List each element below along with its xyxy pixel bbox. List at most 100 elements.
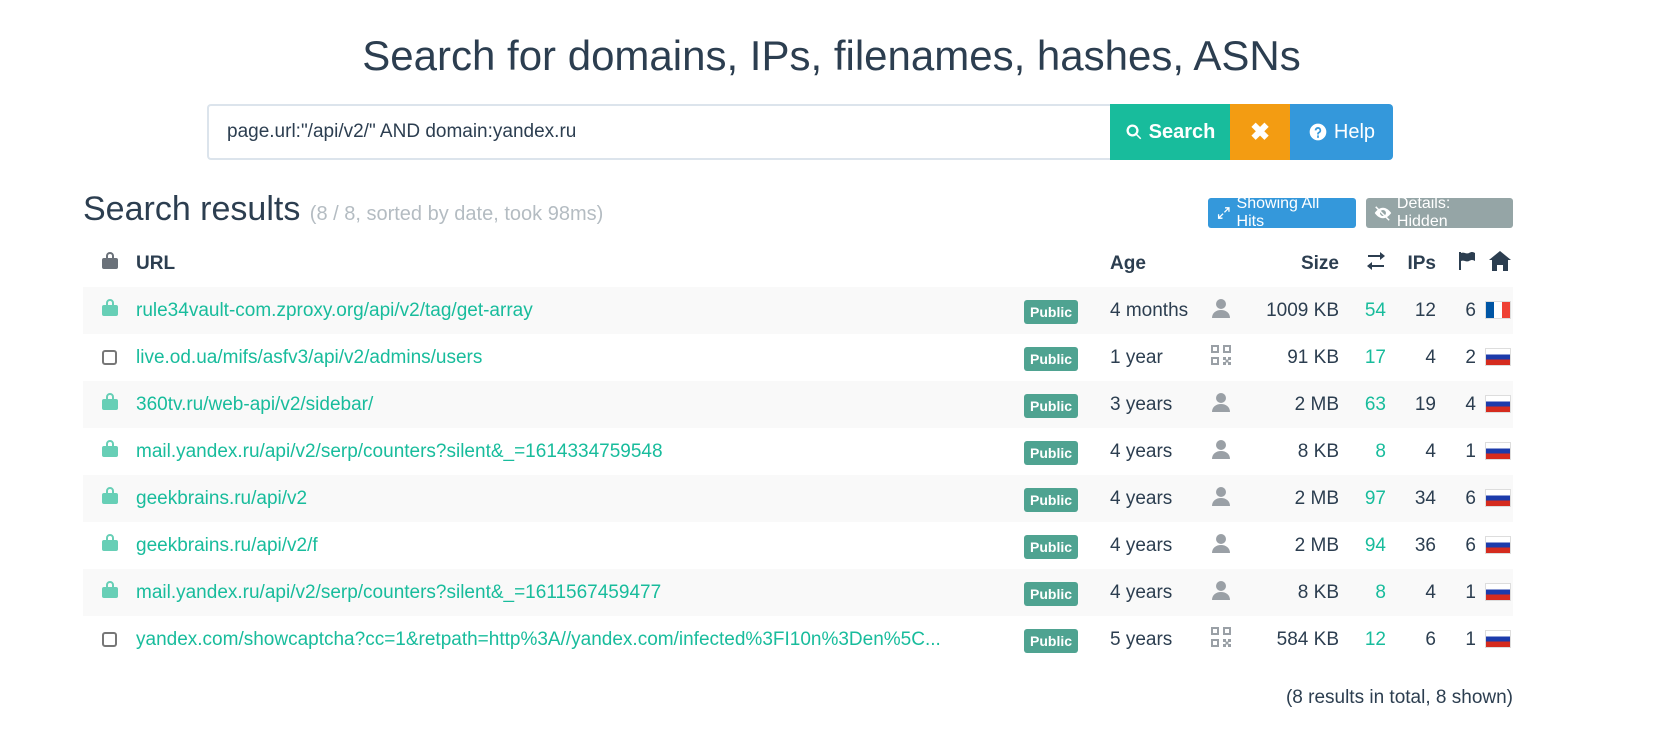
row-url-cell: yandex.com/showcaptcha?cc=1&retpath=http… — [136, 616, 1024, 663]
row-url-cell: geekbrains.ru/api/v2 — [136, 475, 1024, 522]
country-flag-ru — [1485, 583, 1511, 602]
row-lock-cell — [83, 334, 136, 381]
results-header: Search results (8 / 8, sorted by date, t… — [83, 190, 1513, 230]
header-size[interactable]: Size — [1246, 240, 1339, 287]
row-ips: 4 — [1425, 581, 1436, 603]
row-source-cell — [1196, 428, 1246, 475]
result-url-link[interactable]: geekbrains.ru/api/v2/f — [136, 535, 318, 556]
lock-icon — [101, 487, 118, 504]
row-ips: 34 — [1414, 487, 1436, 509]
row-lock-cell — [83, 522, 136, 569]
row-flag-cell — [1476, 334, 1513, 381]
header-countries[interactable] — [1436, 240, 1476, 287]
row-lock-cell — [83, 569, 136, 616]
row-visibility-cell: Public — [1024, 569, 1106, 616]
close-icon: ✖ — [1249, 118, 1271, 146]
row-countries: 1 — [1465, 440, 1476, 462]
row-source-cell — [1196, 334, 1246, 381]
showing-all-hits-label: Showing All Hits — [1236, 195, 1320, 230]
header-age[interactable]: Age — [1106, 240, 1196, 287]
row-lock-cell — [83, 475, 136, 522]
result-url-link[interactable]: live.od.ua/mifs/asfv3/api/v2/admins/user… — [136, 347, 482, 368]
row-url-cell: mail.yandex.ru/api/v2/serp/counters?sile… — [136, 428, 1024, 475]
details-label: Details: Hidden — [1396, 195, 1451, 230]
result-url-link[interactable]: rule34vault-com.zproxy.org/api/v2/tag/ge… — [136, 300, 533, 321]
user-icon — [1212, 439, 1230, 459]
result-url-link[interactable]: 360tv.ru/web-api/v2/sidebar/ — [136, 394, 373, 415]
row-visibility-cell: Public — [1024, 334, 1106, 381]
row-links[interactable]: 94 — [1365, 535, 1386, 556]
public-badge: Public — [1024, 393, 1079, 418]
row-size: 8 KB — [1297, 440, 1339, 462]
public-badge: Public — [1024, 346, 1079, 371]
table-row: mail.yandex.ru/api/v2/serp/counters?sile… — [83, 428, 1513, 475]
row-lock-cell — [83, 616, 136, 663]
table-row: live.od.ua/mifs/asfv3/api/v2/admins/user… — [83, 334, 1513, 381]
row-links-cell: 97 — [1339, 475, 1386, 522]
details-toggle-button[interactable]: Details: Hidden — [1366, 195, 1513, 230]
row-links[interactable]: 17 — [1365, 347, 1386, 368]
table-row: yandex.com/showcaptcha?cc=1&retpath=http… — [83, 616, 1513, 663]
results-title: Search results (8 / 8, sorted by date, t… — [83, 190, 603, 229]
row-source-cell — [1196, 475, 1246, 522]
row-size: 2 MB — [1294, 487, 1339, 509]
row-lock-cell — [83, 381, 136, 428]
row-url-cell: rule34vault-com.zproxy.org/api/v2/tag/ge… — [136, 287, 1024, 334]
showing-all-hits-button[interactable]: Showing All Hits — [1208, 195, 1356, 230]
header-links[interactable] — [1339, 240, 1386, 287]
row-countries: 1 — [1465, 628, 1476, 650]
qrcode-icon — [1211, 344, 1231, 365]
row-countries: 2 — [1465, 346, 1476, 368]
search-input[interactable] — [207, 104, 1110, 160]
country-flag-ru — [1485, 536, 1511, 555]
result-url-link[interactable]: geekbrains.ru/api/v2 — [136, 488, 307, 509]
row-countries: 6 — [1465, 299, 1476, 321]
result-url-link[interactable]: mail.yandex.ru/api/v2/serp/counters?sile… — [136, 582, 661, 603]
result-url-link[interactable]: mail.yandex.ru/api/v2/serp/counters?sile… — [136, 441, 663, 462]
row-age: 4 years — [1110, 534, 1173, 556]
row-links[interactable]: 8 — [1375, 441, 1386, 462]
search-button[interactable]: Search — [1110, 104, 1230, 160]
clear-button[interactable]: ✖ — [1230, 104, 1290, 160]
table-row: geekbrains.ru/api/v2/f Public 4 years 2 MB 9… — [83, 522, 1513, 569]
lock-icon — [101, 581, 118, 598]
header-url[interactable]: URL — [136, 240, 1024, 287]
search-icon — [1126, 124, 1141, 140]
table-row: 360tv.ru/web-api/v2/sidebar/Public 3 year… — [83, 381, 1513, 428]
row-links[interactable]: 63 — [1365, 394, 1386, 415]
row-age: 1 year — [1110, 346, 1163, 368]
row-links[interactable]: 97 — [1365, 488, 1386, 509]
row-links-cell: 12 — [1339, 616, 1386, 663]
row-links[interactable]: 54 — [1365, 300, 1386, 321]
header-ips[interactable]: IPs — [1386, 240, 1436, 287]
user-icon — [1212, 486, 1230, 506]
row-visibility-cell: Public — [1024, 616, 1106, 663]
row-flag-cell — [1476, 616, 1513, 663]
row-lock-cell — [83, 428, 136, 475]
row-ips: 36 — [1414, 534, 1436, 556]
row-links[interactable]: 8 — [1375, 582, 1386, 603]
row-size: 1009 KB — [1266, 299, 1339, 321]
lock-header-icon — [101, 252, 118, 269]
row-age: 4 years — [1110, 440, 1173, 462]
exchange-icon — [1367, 251, 1385, 270]
row-countries: 6 — [1465, 534, 1476, 556]
user-icon — [1212, 533, 1230, 553]
result-url-link[interactable]: yandex.com/showcaptcha?cc=1&retpath=http… — [136, 629, 941, 650]
country-flag-ru — [1485, 630, 1511, 649]
results-meta: (8 / 8, sorted by date, took 98ms) — [309, 203, 604, 225]
user-icon — [1212, 392, 1230, 412]
help-button-label: Help — [1333, 120, 1376, 143]
row-visibility-cell: Public — [1024, 287, 1106, 334]
lock-icon — [101, 393, 118, 410]
help-button[interactable]: Help — [1290, 104, 1393, 160]
row-links[interactable]: 12 — [1365, 629, 1386, 650]
row-ips: 6 — [1425, 628, 1436, 650]
header-home[interactable] — [1476, 240, 1513, 287]
row-age: 4 years — [1110, 487, 1173, 509]
row-source-cell — [1196, 616, 1246, 663]
row-links-cell: 63 — [1339, 381, 1386, 428]
checkbox-icon — [102, 349, 117, 365]
eye-slash-icon — [1374, 206, 1392, 221]
page-title: Search for domains, IPs, filenames, hash… — [362, 32, 1301, 79]
